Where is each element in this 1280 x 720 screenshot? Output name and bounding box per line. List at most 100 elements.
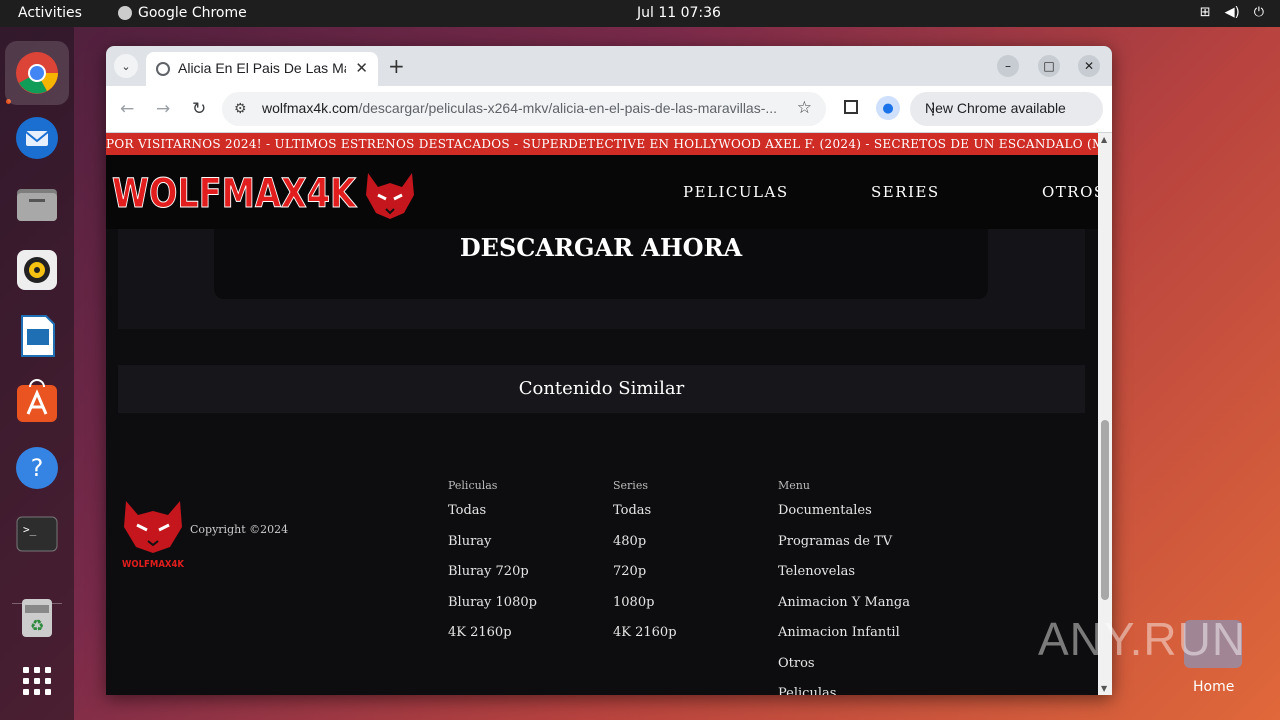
new-chrome-available-button[interactable]: New Chrome available ⋮: [910, 92, 1103, 126]
footer-link[interactable]: Otros: [778, 656, 910, 687]
activities-button[interactable]: Activities: [18, 5, 82, 21]
footer-link[interactable]: Todas: [448, 503, 537, 534]
download-section: DESCARGAR AHORA: [118, 229, 1085, 329]
nav-peliculas[interactable]: PELICULAS: [683, 183, 789, 201]
scrollbar-thumb[interactable]: [1101, 420, 1109, 600]
footer-link[interactable]: Bluray 1080p: [448, 595, 537, 626]
dock-libreoffice-impress[interactable]: [13, 312, 61, 360]
svg-text:WOLFMAX4K: WOLFMAX4K: [112, 171, 358, 217]
new-tab-button[interactable]: +: [388, 54, 405, 78]
files-icon: [17, 189, 57, 221]
side-panel-icon[interactable]: [844, 100, 858, 114]
footer-peliculas-column: Peliculas Todas Bluray Bluray 720p Blura…: [448, 479, 537, 656]
chrome-window: ⌄ Alicia En El Pais De Las Maravillas ✕ …: [106, 46, 1112, 695]
similar-content-header: Contenido Similar: [118, 365, 1085, 413]
browser-toolbar: ← → ↻ ⚙ wolfmax4k.com/descargar/pelicula…: [106, 86, 1112, 133]
footer-link[interactable]: Animacion Y Manga: [778, 595, 910, 626]
footer-link[interactable]: Bluray 720p: [448, 564, 537, 595]
url-path: /descargar/peliculas-x264-mkv/alicia-en-…: [358, 100, 778, 116]
scroll-up-icon[interactable]: ▲: [1101, 135, 1107, 144]
back-button[interactable]: ←: [120, 99, 134, 119]
app-center-icon: [17, 379, 57, 422]
footer-link[interactable]: 480p: [613, 534, 677, 565]
dock-help[interactable]: ?: [13, 444, 61, 492]
footer-link[interactable]: Bluray: [448, 534, 537, 565]
address-bar[interactable]: ⚙ wolfmax4k.com/descargar/peliculas-x264…: [222, 92, 826, 126]
home-folder-label: Home: [1193, 679, 1235, 695]
footer-link[interactable]: 4K 2160p: [448, 625, 537, 656]
chrome-icon: [16, 52, 58, 94]
dock-trash[interactable]: ♻: [13, 594, 61, 642]
system-tray[interactable]: ⊞ ◀) ⏻: [1200, 5, 1264, 20]
page-scrollbar[interactable]: ▲ ▼: [1098, 133, 1112, 695]
app-menu[interactable]: Google Chrome: [118, 5, 247, 21]
wolf-logo-icon: [366, 173, 414, 219]
site-settings-icon[interactable]: ⚙: [234, 100, 247, 117]
terminal-icon: >_: [16, 516, 58, 552]
anyrun-watermark: ANY.RUN: [1038, 613, 1247, 665]
copyright-text: Copyright ©2024: [190, 523, 289, 536]
footer-heading: Series: [613, 479, 648, 492]
url-text[interactable]: wolfmax4k.com/descargar/peliculas-x264-m…: [262, 100, 792, 116]
svg-text:WOLFMAX4K: WOLFMAX4K: [122, 559, 185, 570]
dock-app-center[interactable]: [13, 378, 61, 426]
footer-heading: Peliculas: [448, 479, 498, 492]
grid-icon: [23, 667, 51, 695]
footer-link[interactable]: Telenovelas: [778, 564, 910, 595]
footer-link[interactable]: Documentales: [778, 503, 910, 534]
footer-logo[interactable]: WOLFMAX4K: [120, 495, 186, 571]
thunderbird-icon: [16, 117, 58, 159]
svg-text:>_: >_: [23, 523, 37, 536]
power-icon: ⏻: [1253, 5, 1264, 20]
footer-link[interactable]: 4K 2160p: [613, 625, 677, 656]
footer-link[interactable]: 1080p: [613, 595, 677, 626]
nav-series[interactable]: SERIES: [871, 183, 940, 201]
chrome-icon: [118, 6, 132, 20]
dock-rhythmbox[interactable]: [13, 246, 61, 294]
dock-show-apps[interactable]: [13, 657, 61, 705]
footer-link[interactable]: Programas de TV: [778, 534, 910, 565]
more-vert-icon[interactable]: ⋮: [925, 99, 1093, 119]
footer-link[interactable]: 720p: [613, 564, 677, 595]
footer-link[interactable]: Animacion Infantil: [778, 625, 910, 656]
dock: ? >_ ♻: [0, 27, 74, 720]
profile-icon[interactable]: ●: [876, 96, 900, 120]
close-window-button[interactable]: ✕: [1078, 55, 1100, 77]
site-logo[interactable]: WOLFMAX4K: [112, 163, 422, 221]
clock[interactable]: Jul 11 07:36: [637, 5, 721, 21]
footer-link[interactable]: Peliculas: [778, 686, 910, 695]
dock-thunderbird[interactable]: [13, 114, 61, 162]
dock-chrome[interactable]: [5, 41, 69, 105]
reload-button[interactable]: ↻: [192, 99, 206, 119]
footer-link[interactable]: Todas: [613, 503, 677, 534]
wolf-logo-icon: [124, 501, 182, 553]
globe-icon: [156, 62, 170, 76]
app-name: Google Chrome: [138, 5, 247, 21]
volume-icon: ◀): [1224, 5, 1240, 20]
tab-search-button[interactable]: ⌄: [114, 54, 138, 78]
footer-series-column: Series Todas 480p 720p 1080p 4K 2160p: [613, 479, 677, 656]
bookmark-star-icon[interactable]: ☆: [797, 98, 812, 118]
document-icon: [21, 315, 55, 357]
footer-menu-column: Menu Documentales Programas de TV Teleno…: [778, 479, 910, 695]
close-icon[interactable]: ✕: [355, 59, 368, 77]
dock-files[interactable]: [13, 180, 61, 228]
nav-otros[interactable]: OTROS: [1042, 183, 1098, 201]
site-header: WOLFMAX4K PELICULAS SERIES OTROS: [106, 155, 1098, 229]
svg-text:♻: ♻: [30, 616, 44, 635]
help-icon: ?: [16, 447, 58, 489]
news-ticker: POR VISITARNOS 2024! - ULTIMOS ESTRENOS …: [106, 133, 1098, 155]
scroll-down-icon[interactable]: ▼: [1101, 684, 1107, 693]
url-host: wolfmax4k.com: [262, 100, 359, 116]
dock-terminal[interactable]: >_: [13, 510, 61, 558]
web-page: POR VISITARNOS 2024! - ULTIMOS ESTRENOS …: [106, 133, 1098, 695]
rhythmbox-icon: [17, 250, 57, 290]
download-label: DESCARGAR AHORA: [459, 233, 743, 262]
tab-active[interactable]: Alicia En El Pais De Las Maravillas ✕: [146, 52, 378, 86]
download-button[interactable]: DESCARGAR AHORA: [214, 229, 988, 299]
similar-content-title: Contenido Similar: [518, 378, 685, 399]
forward-button[interactable]: →: [156, 99, 170, 119]
minimize-button[interactable]: –: [997, 55, 1019, 77]
maximize-button[interactable]: □: [1038, 55, 1060, 77]
network-icon: ⊞: [1199, 5, 1211, 20]
